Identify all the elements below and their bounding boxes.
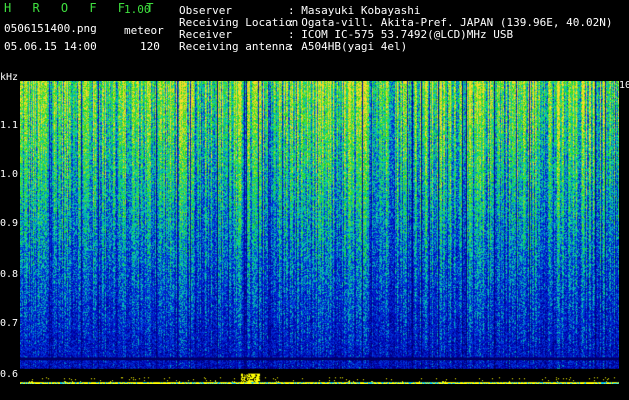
y-tick-label: 0.9 bbox=[0, 218, 19, 229]
event-count: 120 bbox=[140, 40, 160, 53]
y-tick-label: 0.7 bbox=[0, 318, 19, 329]
spectrogram-canvas bbox=[20, 81, 619, 384]
capture-datetime: 05.06.15 14:00 bbox=[4, 40, 97, 53]
antenna-label: Receiving antenna bbox=[179, 40, 292, 53]
app-version: 1.00 bbox=[124, 3, 151, 16]
y-tick-label: 1.0 bbox=[0, 169, 19, 180]
y-tick-label: 0.6 bbox=[0, 369, 19, 380]
antenna-value: : A504HB(yagi 4el) bbox=[288, 40, 408, 53]
y-tick-label: 1.1 bbox=[0, 120, 19, 131]
y-tick-label: 0.8 bbox=[0, 269, 19, 280]
file-name: 0506151400.png bbox=[4, 22, 97, 35]
y-unit-label: kHz bbox=[0, 72, 19, 83]
mode-label: meteor bbox=[124, 24, 164, 37]
